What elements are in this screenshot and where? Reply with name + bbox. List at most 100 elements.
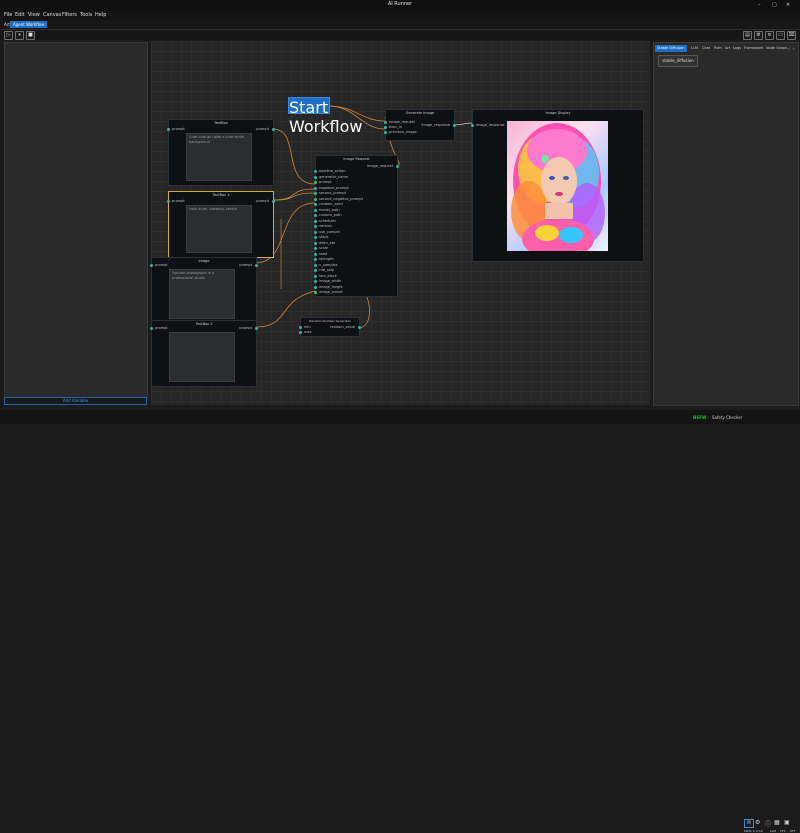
tab-framework[interactable]: Framework (742, 45, 765, 52)
add-variable-button[interactable]: Add Variable (4, 397, 147, 405)
status-bar: NSFW Safety Checker ✉ ⚙ ⓘ ▦ ▣ SDXL 1.0 C… (0, 410, 800, 833)
image-request-node[interactable]: Image Request image_request pipeline_act… (314, 155, 399, 297)
save-icon[interactable]: ▤ (743, 31, 752, 40)
stop-icon[interactable]: ■ (26, 31, 35, 40)
maximize-icon[interactable]: ▢ (772, 2, 777, 8)
close-icon[interactable]: ✕ (786, 2, 790, 8)
chat-icon[interactable]: ✉ (744, 819, 754, 828)
info-icon[interactable]: ⓘ (765, 819, 771, 828)
prompt-textarea[interactable]: Fashion photograph in a professional stu… (169, 269, 235, 319)
textbox-node[interactable]: Image prompt prompt Fashion photograph i… (150, 257, 258, 324)
start-workflow-node[interactable]: Start Workflow (288, 97, 362, 136)
port-label: scale (319, 246, 329, 250)
textbox-node-selected[interactable]: TextBox 1 prompt prompt Halo drum, drawi… (167, 191, 275, 258)
settings-icon[interactable]: ⚙ (754, 31, 763, 40)
folder-icon[interactable]: ▭ (776, 31, 785, 40)
generate-image-node[interactable]: Generate Image image_request exec_in pre… (384, 109, 456, 141)
input-port[interactable] (314, 285, 317, 289)
textbox-node[interactable]: TextBox 2 prompt prompt (150, 320, 258, 387)
port-label: n_samples (319, 262, 338, 267)
input-port[interactable] (314, 192, 317, 195)
chevron-left-icon[interactable]: ‹ (788, 46, 790, 51)
tab-llm[interactable]: LLM (689, 45, 700, 52)
random-number-node[interactable]: Random Number Generator min max random_v… (299, 317, 361, 337)
gpu-icon[interactable]: ▣ (784, 819, 790, 826)
port-label: image_height (319, 284, 343, 289)
output-port[interactable] (255, 264, 258, 267)
input-port[interactable] (299, 331, 302, 334)
output-port[interactable] (396, 165, 399, 168)
stable-diffusion-field[interactable]: stable_diffusion (658, 55, 698, 67)
menu-help[interactable]: Help (95, 12, 106, 18)
input-port[interactable] (314, 203, 317, 206)
textbox-node[interactable]: TextBox prompt prompt Cute cute girl wit… (167, 119, 275, 186)
input-port[interactable] (314, 170, 317, 173)
output-port[interactable] (272, 200, 275, 203)
image-display-node[interactable]: Image Display image_response (471, 109, 644, 262)
input-port[interactable] (314, 258, 317, 261)
menu-view[interactable]: View (28, 12, 40, 18)
variables-panel (4, 42, 148, 398)
menu-tools[interactable]: Tools (80, 12, 92, 18)
tab-path[interactable]: Path (712, 45, 724, 52)
prompt-textarea[interactable]: Halo drum, drawing, sketch (186, 205, 252, 253)
settings-icon[interactable]: ⚙ (755, 819, 760, 826)
input-port[interactable] (314, 263, 317, 267)
port-label: random_seed (319, 202, 343, 206)
input-port[interactable] (314, 230, 317, 234)
input-port[interactable] (314, 241, 317, 245)
prompt-textarea[interactable]: Cute cute girl with a cute smile, backgr… (186, 133, 252, 181)
memory-icon[interactable]: ▦ (774, 819, 780, 826)
tab-chat[interactable]: Chat (700, 45, 712, 52)
output-port[interactable] (358, 326, 361, 329)
trash-icon[interactable]: ⌧ (787, 31, 796, 40)
prompt-textarea[interactable] (169, 332, 235, 382)
input-port[interactable] (314, 181, 317, 184)
port-label: version (319, 224, 332, 228)
input-port[interactable] (384, 131, 387, 134)
input-port[interactable] (314, 214, 317, 217)
input-port[interactable] (314, 208, 317, 212)
pause-icon[interactable]: ⏸ (15, 31, 24, 40)
output-port[interactable] (453, 124, 456, 127)
input-port[interactable] (167, 128, 170, 131)
tab-node-graph[interactable]: Node Graph (764, 45, 789, 52)
input-port[interactable] (314, 186, 317, 190)
input-port[interactable] (150, 264, 153, 267)
input-port[interactable] (314, 236, 317, 239)
output-port[interactable] (272, 128, 275, 131)
port-label: ddim_eta (319, 240, 336, 245)
input-port[interactable] (314, 269, 317, 272)
input-port[interactable] (384, 126, 387, 129)
tab-agent-workflow[interactable]: Agent Workflow (10, 21, 48, 28)
tab-stable-diffusion[interactable]: Stable Diffusion (655, 45, 687, 52)
menu-file[interactable]: File (4, 12, 12, 18)
input-port[interactable] (150, 327, 153, 330)
input-port[interactable] (314, 197, 317, 201)
run-icon[interactable]: ▷ (4, 31, 13, 40)
input-port[interactable] (167, 200, 170, 203)
node-graph-canvas[interactable]: Start Workflow TextBox prompt prompt Cut… (150, 41, 650, 405)
menu-edit[interactable]: Edit (15, 12, 25, 18)
menu-canvas[interactable]: Canvas (43, 12, 61, 18)
input-port[interactable] (314, 225, 317, 228)
input-port[interactable] (384, 121, 387, 124)
minimize-icon[interactable]: – (758, 2, 761, 8)
input-port[interactable] (314, 252, 317, 256)
input-port[interactable] (314, 274, 317, 278)
port-label: previous_image (389, 130, 417, 134)
menu-filters[interactable]: Filters (62, 12, 77, 18)
node-title: TextBox 1 (212, 193, 230, 197)
input-port[interactable] (299, 326, 302, 329)
chevron-right-icon[interactable]: › (793, 46, 795, 51)
input-port[interactable] (314, 175, 317, 179)
output-port[interactable] (255, 327, 258, 330)
input-port[interactable] (471, 124, 474, 127)
port-label: steps (319, 235, 329, 239)
layers-icon[interactable]: ≡ (765, 31, 774, 40)
tts-status: TTS (780, 829, 786, 833)
input-port[interactable] (314, 247, 317, 250)
input-port[interactable] (314, 219, 317, 223)
input-port[interactable] (314, 291, 317, 294)
input-port[interactable] (314, 280, 317, 283)
